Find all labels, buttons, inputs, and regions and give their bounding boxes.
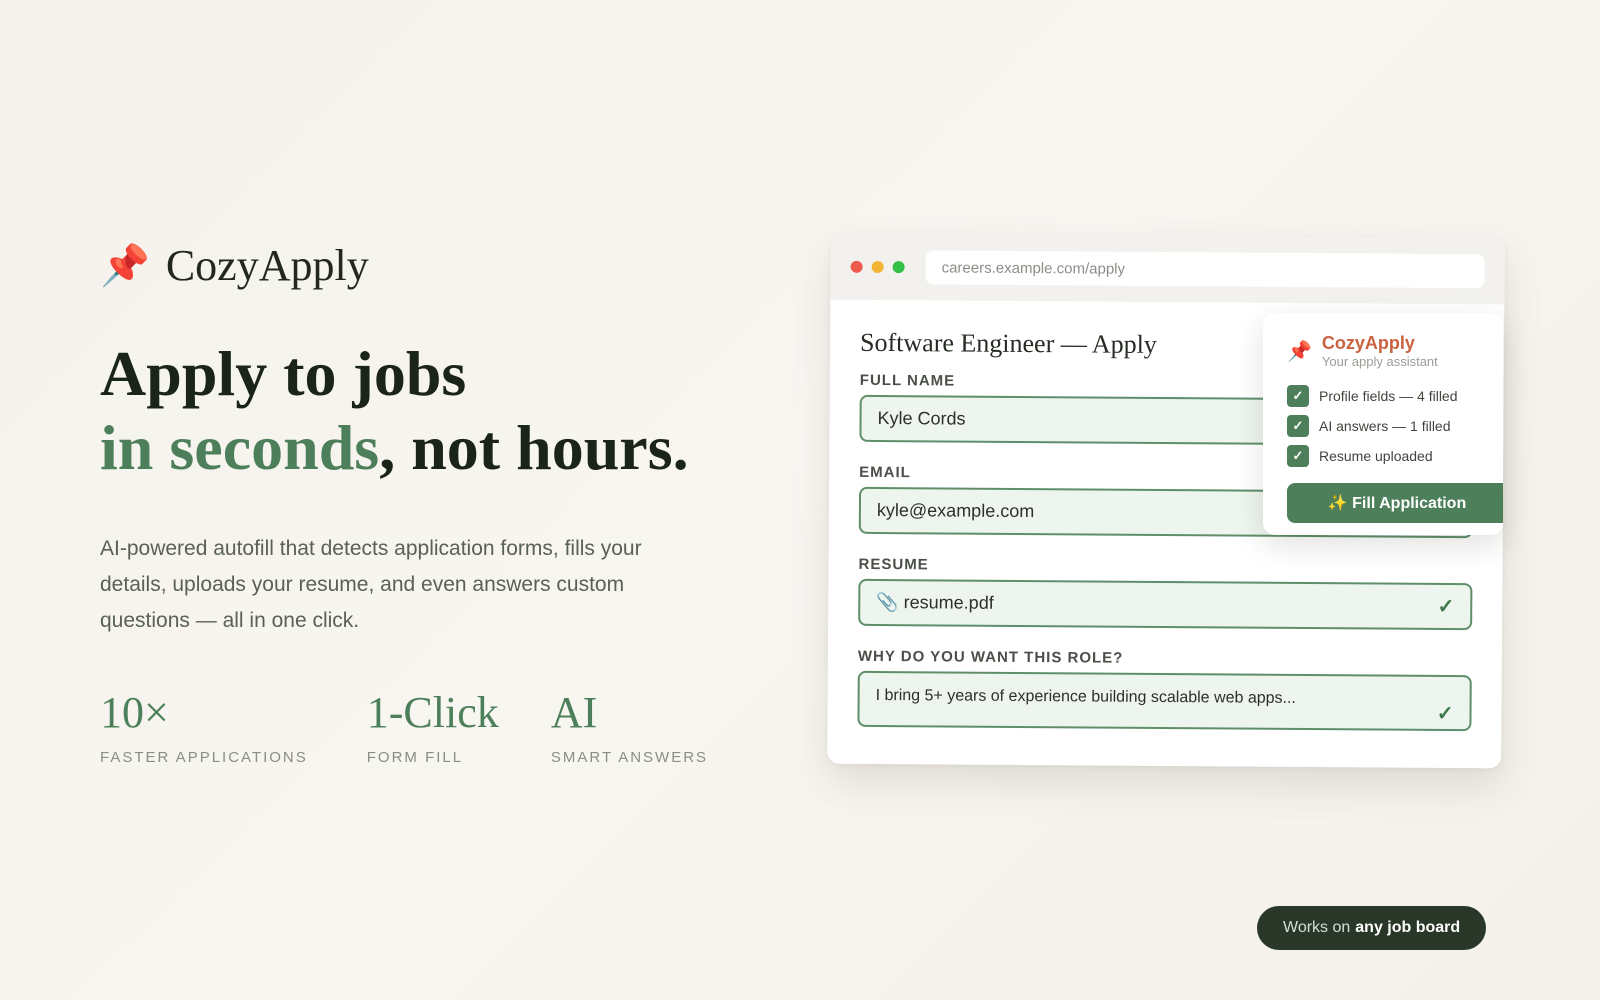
status-list: ✓ Profile fields — 4 filled ✓ AI answers… — [1287, 381, 1503, 471]
stat-value: 10× — [100, 688, 169, 737]
checkbox-checked-icon: ✓ — [1287, 385, 1309, 407]
badge-emphasis: any job board — [1355, 919, 1461, 936]
status-item: ✓ Resume uploaded — [1287, 441, 1503, 471]
checkbox-checked-icon: ✓ — [1287, 415, 1309, 437]
status-item: ✓ AI answers — 1 filled — [1287, 411, 1503, 441]
resume-filename: 📎 resume.pdf — [876, 591, 994, 613]
why-role-value: I bring 5+ years of experience building … — [875, 686, 1296, 707]
stat-item: 1-Click FORM FILL — [366, 688, 551, 767]
browser-chrome: careers.example.com/apply — [830, 233, 1505, 305]
maximize-window-dot[interactable] — [892, 261, 905, 274]
job-board-badge: Works on any job board — [1257, 906, 1487, 950]
why-role-textarea[interactable]: I bring 5+ years of experience building … — [857, 670, 1472, 732]
popup-title: CozyApply — [1321, 333, 1415, 353]
why-role-label: WHY DO YOU WANT THIS ROLE? — [857, 647, 1124, 667]
pushpin-icon: 📌 — [1287, 341, 1312, 363]
stat-item: AI SMART ANSWERS — [550, 688, 740, 767]
stat-value: 1-Click — [366, 688, 499, 737]
brand: 📌 CozyApply — [100, 240, 740, 291]
status-item-label: Resume uploaded — [1319, 448, 1433, 464]
status-item: ✓ Profile fields — 4 filled — [1287, 381, 1503, 411]
hero-section: 📌 CozyApply Apply to jobs in seconds, no… — [100, 240, 740, 766]
email-value: kyle@example.com — [876, 499, 1035, 522]
stat-label: SMART ANSWERS — [550, 749, 709, 766]
stat-label: FASTER APPLICATIONS — [100, 749, 308, 766]
resume-upload-field[interactable]: 📎 resume.pdf ✓ — [858, 578, 1473, 631]
address-bar[interactable]: careers.example.com/apply — [925, 250, 1485, 289]
resume-label: RESUME — [858, 555, 929, 574]
stat-item: 10× FASTER APPLICATIONS — [100, 688, 367, 767]
checkbox-checked-icon: ✓ — [1287, 445, 1309, 467]
popup-subtitle: Your apply assistant — [1321, 354, 1438, 369]
pushpin-icon: 📌 — [100, 243, 150, 288]
status-item-label: AI answers — 1 filled — [1319, 418, 1451, 434]
stat-label: FORM FILL — [366, 749, 464, 766]
hero-description: AI-powered autofill that detects applica… — [100, 537, 642, 632]
badge-prefix: Works on — [1283, 919, 1351, 936]
stats-row: 10× FASTER APPLICATIONS 1-Click FORM FIL… — [100, 688, 740, 767]
close-window-dot[interactable] — [850, 260, 863, 273]
headline-line-1: Apply to jobs — [100, 338, 467, 409]
status-item-label: Profile fields — 4 filled — [1319, 388, 1458, 404]
headline-line-2: in seconds, not hours. — [100, 411, 740, 485]
headline-accent: in seconds — [100, 412, 380, 483]
full-name-value: Kyle Cords — [877, 407, 966, 429]
checkmark-icon: ✓ — [1436, 702, 1454, 726]
headline-rest: , not hours. — [379, 412, 689, 483]
brand-name: CozyApply — [165, 241, 369, 290]
checkmark-icon: ✓ — [1437, 595, 1455, 619]
minimize-window-dot[interactable] — [871, 260, 884, 274]
fill-application-button[interactable]: ✨ Fill Application — [1287, 483, 1503, 523]
popup-header: 📌 CozyApply Your apply assistant — [1287, 333, 1503, 369]
stat-value: AI — [550, 688, 598, 737]
extension-popup: 📌 CozyApply Your apply assistant ✓ Profi… — [1263, 313, 1503, 535]
headline: Apply to jobs in seconds, not hours. — [100, 337, 740, 485]
